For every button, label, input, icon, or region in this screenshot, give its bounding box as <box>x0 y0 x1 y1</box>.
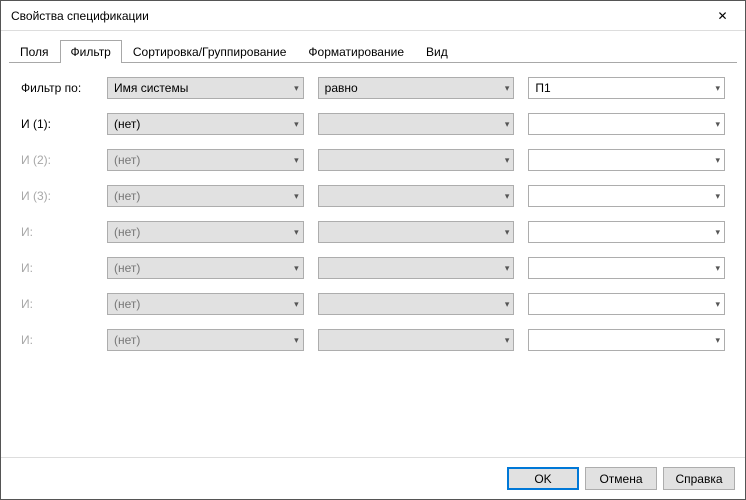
close-button[interactable]: ✕ <box>700 1 745 31</box>
tab-fields[interactable]: Поля <box>9 40 60 63</box>
tab-bar: Поля Фильтр Сортировка/Группирование Фор… <box>1 31 745 62</box>
chevron-down-icon: ▾ <box>505 263 510 274</box>
tab-view[interactable]: Вид <box>415 40 459 63</box>
chevron-down-icon: ▾ <box>715 191 720 202</box>
filter-row: И: (нет) ▾ ▾ ▾ <box>21 221 725 243</box>
filter-row-field-combo: (нет) ▾ <box>107 257 304 279</box>
filter-main-operator-combo[interactable]: равно ▾ <box>318 77 515 99</box>
filter-row: И: (нет) ▾ ▾ ▾ <box>21 257 725 279</box>
filter-main-label: Фильтр по: <box>21 81 93 95</box>
cancel-button[interactable]: Отмена <box>585 467 657 490</box>
chevron-down-icon: ▾ <box>294 299 299 310</box>
filter-row-label: И: <box>21 297 93 311</box>
filter-row-label: И (2): <box>21 153 93 167</box>
tab-format[interactable]: Форматирование <box>297 40 415 63</box>
filter-row-operator-combo: ▾ <box>318 221 515 243</box>
filter-row-field-value: (нет) <box>114 333 140 347</box>
filter-row-value-combo[interactable]: ▾ <box>528 113 725 135</box>
chevron-down-icon: ▾ <box>715 83 720 94</box>
cancel-button-label: Отмена <box>599 472 642 486</box>
chevron-down-icon: ▾ <box>505 83 510 94</box>
tab-sort[interactable]: Сортировка/Группирование <box>122 40 298 63</box>
filter-row-field-combo[interactable]: (нет) ▾ <box>107 113 304 135</box>
dialog-footer: OK Отмена Справка <box>1 457 745 499</box>
tab-filter[interactable]: Фильтр <box>60 40 122 63</box>
close-icon: ✕ <box>717 9 727 23</box>
filter-row: И: (нет) ▾ ▾ ▾ <box>21 329 725 351</box>
filter-row-operator-combo: ▾ <box>318 257 515 279</box>
filter-row-label: И: <box>21 225 93 239</box>
filter-row-field-value: (нет) <box>114 117 140 131</box>
chevron-down-icon: ▾ <box>505 227 510 238</box>
filter-main-value-combo[interactable]: П1 ▾ <box>528 77 725 99</box>
dialog-window: Свойства спецификации ✕ Поля Фильтр Сорт… <box>0 0 746 500</box>
filter-row-field-combo: (нет) ▾ <box>107 149 304 171</box>
filter-row-field-value: (нет) <box>114 225 140 239</box>
filter-row-field-combo: (нет) ▾ <box>107 329 304 351</box>
window-title: Свойства спецификации <box>11 9 700 23</box>
chevron-down-icon: ▾ <box>294 155 299 166</box>
filter-main-field-value: Имя системы <box>114 81 188 95</box>
filter-row-value-combo: ▾ <box>528 149 725 171</box>
titlebar: Свойства спецификации ✕ <box>1 1 745 31</box>
chevron-down-icon: ▾ <box>294 263 299 274</box>
chevron-down-icon: ▾ <box>505 299 510 310</box>
chevron-down-icon: ▾ <box>294 191 299 202</box>
chevron-down-icon: ▾ <box>715 227 720 238</box>
filter-row-operator-combo: ▾ <box>318 329 515 351</box>
filter-row-value-combo: ▾ <box>528 221 725 243</box>
filter-row-operator-combo: ▾ <box>318 113 515 135</box>
chevron-down-icon: ▾ <box>505 191 510 202</box>
help-button-label: Справка <box>675 472 722 486</box>
filter-main-row: Фильтр по: Имя системы ▾ равно ▾ П1 ▾ <box>21 77 725 99</box>
filter-row-value-combo: ▾ <box>528 329 725 351</box>
filter-row-field-combo: (нет) ▾ <box>107 221 304 243</box>
filter-main-operator-value: равно <box>325 81 358 95</box>
chevron-down-icon: ▾ <box>505 335 510 346</box>
filter-row-value-combo: ▾ <box>528 257 725 279</box>
chevron-down-icon: ▾ <box>294 227 299 238</box>
chevron-down-icon: ▾ <box>715 299 720 310</box>
ok-button-label: OK <box>534 472 551 486</box>
filter-row-value-combo: ▾ <box>528 185 725 207</box>
filter-row-field-value: (нет) <box>114 189 140 203</box>
ok-button[interactable]: OK <box>507 467 579 490</box>
filter-row-field-value: (нет) <box>114 153 140 167</box>
chevron-down-icon: ▾ <box>505 119 510 130</box>
chevron-down-icon: ▾ <box>294 335 299 346</box>
chevron-down-icon: ▾ <box>294 119 299 130</box>
filter-main-field-combo[interactable]: Имя системы ▾ <box>107 77 304 99</box>
chevron-down-icon: ▾ <box>505 155 510 166</box>
filter-row-label: И (1): <box>21 117 93 131</box>
chevron-down-icon: ▾ <box>294 83 299 94</box>
filter-row-field-combo: (нет) ▾ <box>107 293 304 315</box>
filter-main-value-text: П1 <box>535 81 550 95</box>
chevron-down-icon: ▾ <box>715 263 720 274</box>
filter-row: И (3): (нет) ▾ ▾ ▾ <box>21 185 725 207</box>
filter-row-operator-combo: ▾ <box>318 149 515 171</box>
filter-row-label: И: <box>21 261 93 275</box>
filter-row-label: И: <box>21 333 93 347</box>
chevron-down-icon: ▾ <box>715 119 720 130</box>
chevron-down-icon: ▾ <box>715 335 720 346</box>
chevron-down-icon: ▾ <box>715 155 720 166</box>
filter-row: И (2): (нет) ▾ ▾ ▾ <box>21 149 725 171</box>
filter-row-field-value: (нет) <box>114 297 140 311</box>
filter-row-label: И (3): <box>21 189 93 203</box>
help-button[interactable]: Справка <box>663 467 735 490</box>
filter-row-field-value: (нет) <box>114 261 140 275</box>
filter-row-operator-combo: ▾ <box>318 293 515 315</box>
filter-row: И: (нет) ▾ ▾ ▾ <box>21 293 725 315</box>
filter-row-value-combo: ▾ <box>528 293 725 315</box>
filter-row: И (1): (нет) ▾ ▾ ▾ <box>21 113 725 135</box>
filter-row-operator-combo: ▾ <box>318 185 515 207</box>
tab-content-filter: Фильтр по: Имя системы ▾ равно ▾ П1 ▾ И … <box>1 63 745 457</box>
filter-row-field-combo: (нет) ▾ <box>107 185 304 207</box>
